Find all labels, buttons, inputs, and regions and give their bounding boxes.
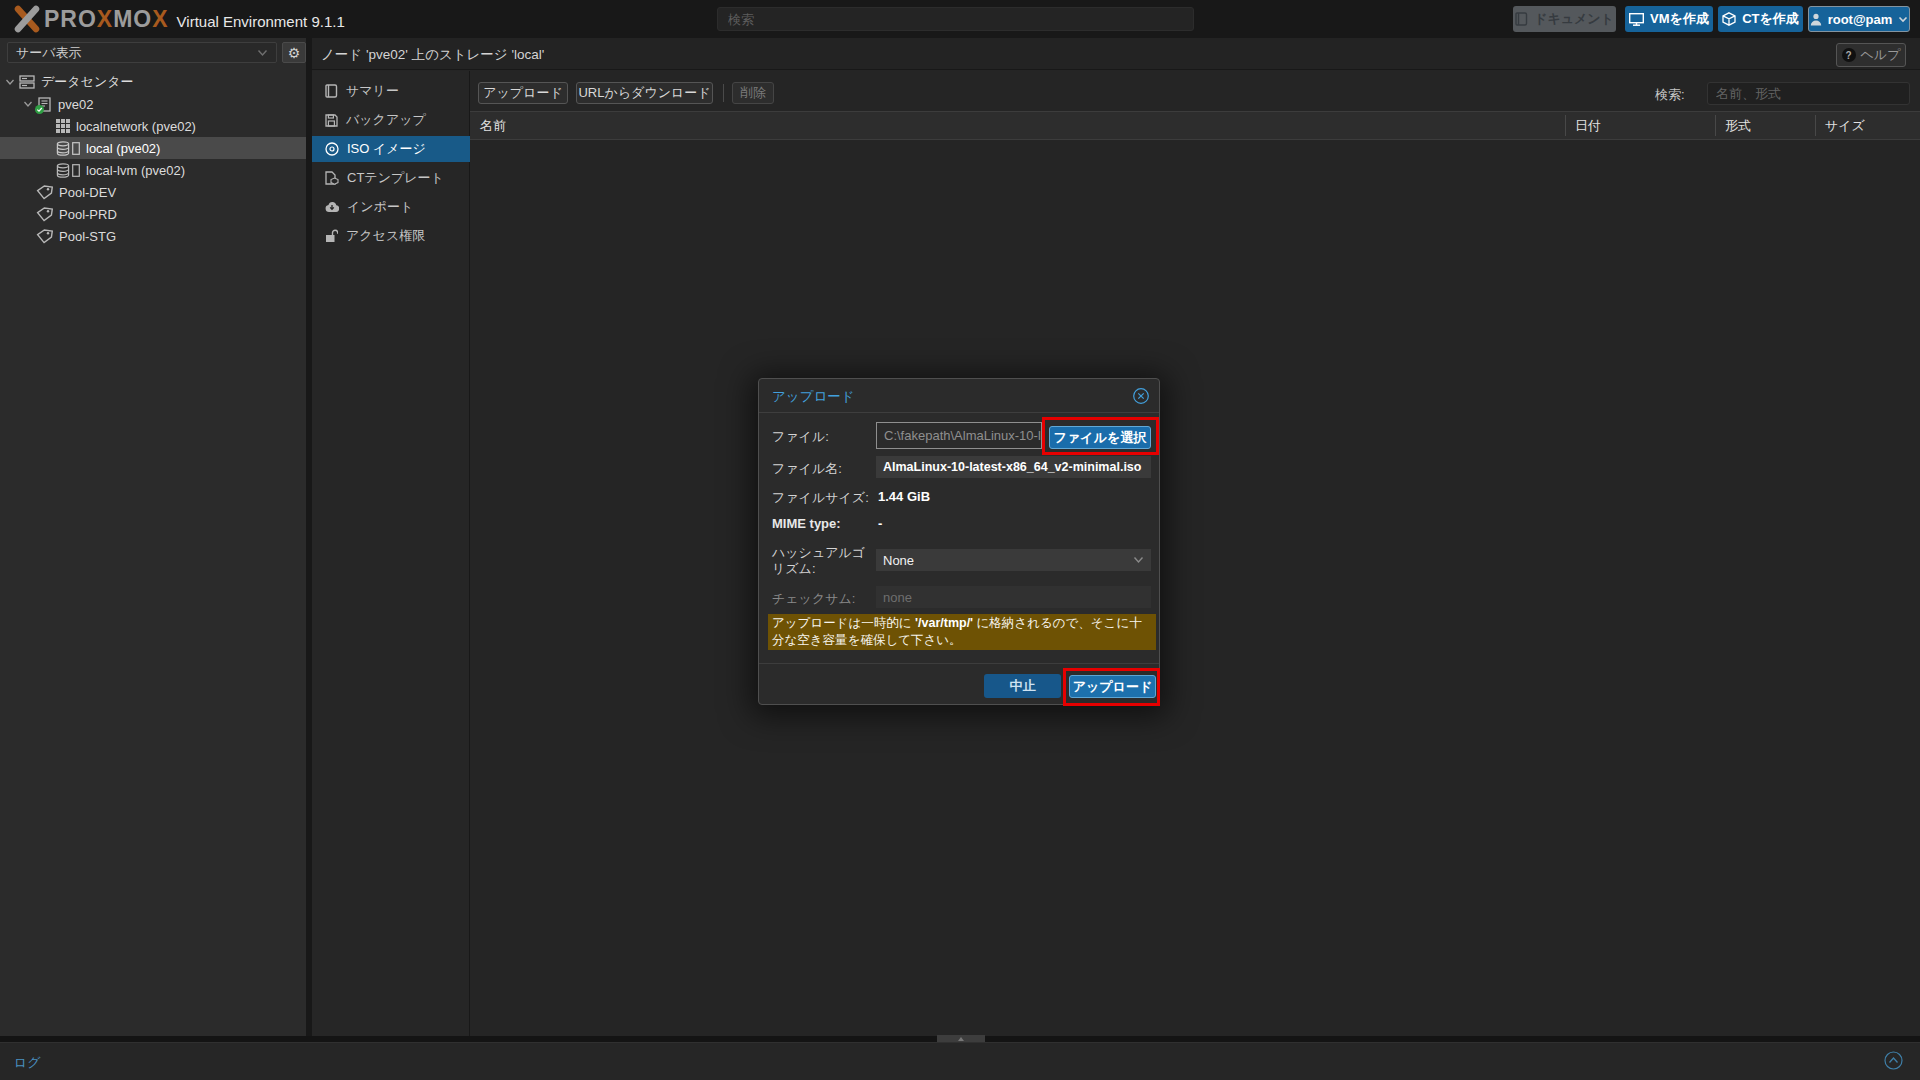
- annotation-upload: [1063, 668, 1160, 706]
- unlock-icon: [325, 229, 338, 243]
- chevron-down-icon: [1133, 556, 1144, 564]
- sidebar-settings-button[interactable]: ⚙: [282, 42, 306, 63]
- content-header: ノード 'pve02' 上のストレージ 'local' ? ヘルプ: [312, 38, 1920, 70]
- mime-value: -: [878, 516, 882, 531]
- mime-label: MIME type:: [772, 516, 841, 531]
- top-bar: PROXMOXVirtual Environment 9.1.1 ドキュメント …: [0, 0, 1920, 38]
- floppy-icon: [325, 114, 338, 127]
- tree-item-pve02[interactable]: pve02: [0, 93, 306, 115]
- table-header: 名前 日付 形式 サイズ: [470, 111, 1920, 140]
- sidebar: サーバ表示 ⚙ データセンター pve02 localnetwork (pve0…: [0, 38, 306, 1036]
- tag-icon: [36, 229, 53, 244]
- version-text: Virtual Environment 9.1.1: [177, 13, 345, 30]
- tree-item-localnetwork[interactable]: localnetwork (pve02): [0, 115, 306, 137]
- tree-item-local-lvm[interactable]: local-lvm (pve02): [0, 159, 306, 181]
- status-ok-icon: [35, 105, 44, 114]
- search-label: 検索:: [1655, 86, 1685, 104]
- gear-icon: ⚙: [288, 45, 301, 61]
- checksum-label: チェックサム:: [772, 590, 855, 608]
- filesize-label: ファイルサイズ:: [772, 489, 869, 507]
- chevron-down-icon: [257, 49, 268, 57]
- tree-item-local[interactable]: local (pve02): [0, 137, 306, 159]
- menu-item-backup[interactable]: バックアップ: [312, 107, 470, 133]
- log-panel-title: ログ: [14, 1054, 41, 1072]
- cube-icon: [1722, 12, 1736, 26]
- user-icon: [1810, 13, 1822, 26]
- filesize-value: 1.44 GiB: [878, 489, 930, 504]
- network-icon: [56, 119, 70, 133]
- upload-button[interactable]: アップロード: [478, 82, 568, 104]
- filename-label: ファイル名:: [772, 460, 842, 478]
- chevron-expanded-icon: [23, 99, 33, 109]
- dialog-header[interactable]: アップロード: [759, 379, 1159, 413]
- remove-button[interactable]: 削除: [732, 82, 774, 104]
- storage-icon: [56, 141, 80, 156]
- documentation-button[interactable]: ドキュメント: [1513, 6, 1616, 32]
- column-header-size[interactable]: サイズ: [1825, 112, 1865, 139]
- chevron-down-icon: [1898, 16, 1908, 23]
- chevron-expanded-icon: [5, 77, 15, 87]
- datacenter-icon: [19, 75, 35, 89]
- toolbar-separator: [723, 84, 724, 102]
- monitor-icon: [1629, 13, 1644, 26]
- hash-label: ハッシュアルゴリズム:: [772, 545, 865, 577]
- upload-dialog: アップロード ファイル: C:\fakepath\AlmaLinux-10-l …: [758, 378, 1160, 705]
- create-ct-button[interactable]: CTを作成: [1718, 6, 1803, 32]
- annotation-select-file: [1042, 417, 1159, 455]
- menu-item-import[interactable]: インポート: [312, 194, 470, 220]
- brand-text: PROXMOXVirtual Environment 9.1.1: [44, 6, 345, 33]
- checksum-field[interactable]: none: [876, 586, 1151, 608]
- file-label: ファイル:: [772, 428, 829, 446]
- hash-algorithm-select[interactable]: None: [876, 549, 1151, 571]
- tag-icon: [36, 207, 53, 222]
- book-icon: [325, 84, 338, 98]
- node-icon: [37, 97, 52, 112]
- column-header-name[interactable]: 名前: [480, 112, 506, 139]
- tree-item-pool-dev[interactable]: Pool-DEV: [0, 181, 306, 203]
- menu-item-iso-images[interactable]: ISO イメージ: [312, 136, 470, 162]
- file-box-icon: [325, 171, 339, 185]
- dialog-title: アップロード: [772, 388, 855, 406]
- collapse-up-icon: [958, 1037, 964, 1041]
- global-search-input[interactable]: [717, 7, 1194, 31]
- filename-field[interactable]: AlmaLinux-10-latest-x86_64_v2-minimal.is…: [876, 456, 1151, 478]
- upload-warning: アップロードは一時的に '/var/tmp/' に格納されるので、そこに十分な空…: [768, 614, 1156, 650]
- view-mode-select[interactable]: サーバ表示: [7, 42, 277, 63]
- storage-icon: [56, 163, 80, 178]
- table-search-input[interactable]: [1707, 82, 1910, 105]
- menu-item-permissions[interactable]: アクセス権限: [312, 223, 470, 249]
- menu-item-summary[interactable]: サマリー: [312, 78, 470, 104]
- book-icon: [1515, 12, 1528, 26]
- content-title: ノード 'pve02' 上のストレージ 'local': [321, 46, 544, 64]
- abort-button[interactable]: 中止: [984, 674, 1061, 698]
- tree-item-pool-stg[interactable]: Pool-STG: [0, 225, 306, 247]
- iso-table-panel: アップロード URLからダウンロード 削除 検索: 名前 日付 形式 サイズ: [470, 71, 1920, 1036]
- tag-icon: [36, 185, 53, 200]
- storage-menu: サマリー バックアップ ISO イメージ CTテンプレート インポート アクセス…: [312, 71, 470, 1036]
- help-button[interactable]: ? ヘルプ: [1836, 43, 1906, 67]
- proxmox-x-icon: [12, 5, 42, 33]
- column-header-date[interactable]: 日付: [1575, 112, 1601, 139]
- tree-item-pool-prd[interactable]: Pool-PRD: [0, 203, 306, 225]
- column-header-format[interactable]: 形式: [1725, 112, 1751, 139]
- cloud-download-icon: [325, 201, 339, 213]
- menu-item-ct-templates[interactable]: CTテンプレート: [312, 165, 470, 191]
- close-icon[interactable]: [1133, 388, 1149, 404]
- create-vm-button[interactable]: VMを作成: [1625, 6, 1713, 32]
- cd-icon: [325, 142, 339, 156]
- expand-log-icon[interactable]: [1884, 1051, 1903, 1070]
- dialog-footer-separator: [759, 663, 1159, 664]
- proxmox-logo: PROXMOXVirtual Environment 9.1.1: [12, 5, 345, 33]
- file-input[interactable]: C:\fakepath\AlmaLinux-10-l: [876, 422, 1042, 449]
- tree-item-datacenter[interactable]: データセンター: [0, 71, 306, 93]
- log-panel: ログ: [0, 1042, 1920, 1080]
- download-from-url-button[interactable]: URLからダウンロード: [576, 82, 713, 104]
- question-icon: ?: [1842, 48, 1856, 62]
- user-menu-button[interactable]: root@pam: [1808, 6, 1910, 32]
